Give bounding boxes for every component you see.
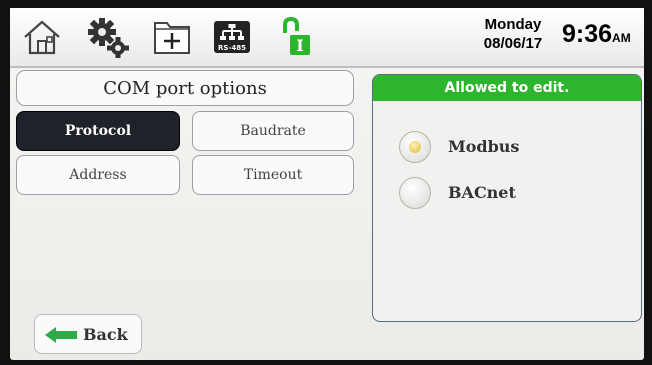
date-label: 08/06/17: [483, 35, 543, 52]
day-label: Monday: [484, 16, 542, 33]
ampm-label: AM: [612, 31, 631, 45]
add-folder-icon[interactable]: [150, 15, 194, 59]
timeout-button[interactable]: Timeout: [192, 155, 354, 195]
back-arrow-icon: [45, 327, 77, 343]
modbus-radio[interactable]: [399, 131, 431, 163]
home-icon[interactable]: [20, 15, 64, 59]
rs485-icon[interactable]: RS-485: [210, 15, 254, 59]
modbus-label[interactable]: Modbus: [448, 137, 519, 156]
unlocked-padlock-icon: I: [272, 15, 316, 59]
top-bar: RS-485 I Monday 08/06/17 9:36AM: [10, 8, 644, 68]
settings-gears-icon[interactable]: [86, 15, 130, 59]
lock-letter: I: [296, 36, 303, 55]
bacnet-label[interactable]: BACnet: [448, 183, 516, 202]
bacnet-radio[interactable]: [399, 177, 431, 209]
back-label: Back: [83, 325, 128, 344]
radio-selected-dot: [409, 141, 421, 153]
time-label: 9:36: [562, 20, 613, 48]
protocol-options-panel: Allowed to edit. Modbus BACnet: [372, 74, 642, 322]
rs485-label: RS-485: [218, 44, 246, 52]
address-button[interactable]: Address: [16, 155, 180, 195]
baudrate-button[interactable]: Baudrate: [192, 111, 354, 151]
clock: 9:36AM: [562, 20, 642, 49]
back-button[interactable]: Back: [34, 314, 142, 354]
protocol-button[interactable]: Protocol: [16, 111, 180, 151]
com-port-options-title: COM port options: [16, 70, 354, 106]
edit-status-banner: Allowed to edit.: [373, 75, 641, 101]
device-screen: RS-485 I Monday 08/06/17 9:36AM COM port…: [10, 8, 644, 360]
